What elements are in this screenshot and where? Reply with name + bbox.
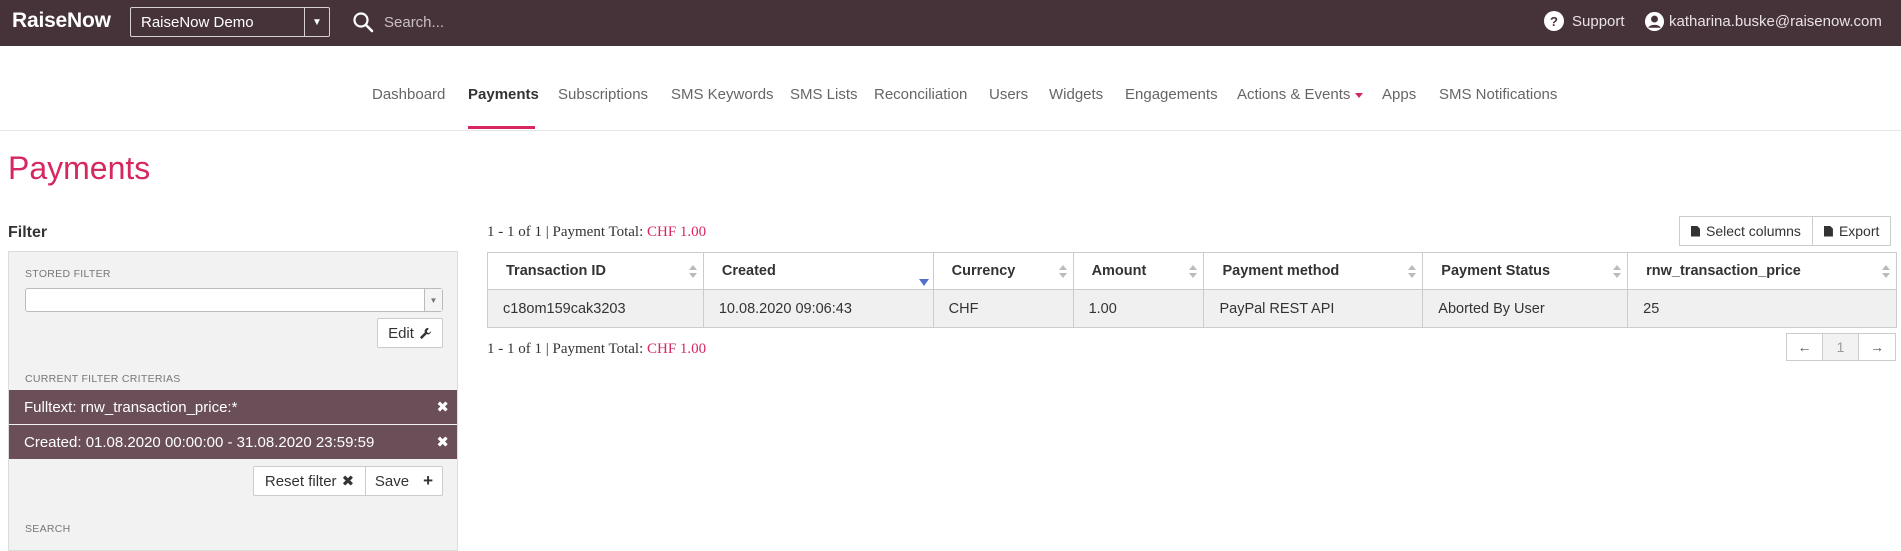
sort-icon (1189, 265, 1198, 279)
results-summary: 1 - 1 of 1 | Payment Total: CHF 1.00 (487, 224, 706, 241)
filter-criteria-text: Fulltext: rnw_transaction_price:* (24, 398, 238, 416)
sort-icon (688, 265, 697, 279)
nav-item-sms-lists[interactable]: SMS Lists (790, 86, 858, 103)
nav-item-payments[interactable]: Payments (468, 86, 539, 103)
table-row[interactable]: c18om159cak3203 10.08.2020 09:06:43 CHF … (487, 289, 1897, 328)
close-icon: ✖ (341, 473, 355, 490)
pagination-next-button[interactable]: → (1859, 333, 1896, 361)
table-header-row: Transaction ID Created Currency Amount P… (487, 252, 1897, 290)
sort-icon (1408, 265, 1417, 279)
filter-panel: STORED FILTER ▼ Edit CURRENT FILTER CRIT… (8, 251, 458, 551)
select-columns-button[interactable]: Select columns (1679, 216, 1813, 246)
filter-criteria-item: Created: 01.08.2020 00:00:00 - 31.08.202… (9, 425, 457, 459)
cell-payment-status: Aborted By User (1422, 289, 1629, 328)
edit-stored-filter-button[interactable]: Edit (377, 318, 443, 348)
sort-icon (1058, 265, 1067, 279)
column-header-currency[interactable]: Currency (932, 252, 1074, 290)
stored-filter-select[interactable]: ▼ (25, 288, 443, 312)
support-link[interactable]: ? Support (1544, 11, 1625, 31)
cell-amount: 1.00 (1072, 289, 1205, 328)
save-filter-button[interactable]: Save + (365, 466, 443, 496)
current-criteria-label: CURRENT FILTER CRITERIAS (25, 373, 181, 385)
top-bar: RaiseNow RaiseNow Demo ▼ ? Support katha… (0, 0, 1901, 46)
pagination: ← 1 → (1786, 333, 1896, 361)
table-actions: Select columns Export (1679, 216, 1892, 246)
cell-created: 10.08.2020 09:06:43 (702, 289, 934, 328)
sort-icon (1613, 265, 1622, 279)
pagination-prev-button[interactable]: ← (1786, 333, 1823, 361)
nav-item-apps[interactable]: Apps (1382, 86, 1416, 103)
filter-heading: Filter (8, 224, 48, 241)
question-circle-icon: ? (1544, 11, 1564, 31)
reset-filter-button[interactable]: Reset filter ✖ (253, 466, 366, 496)
column-header-transaction-id[interactable]: Transaction ID (487, 252, 704, 290)
app-logo[interactable]: RaiseNow (12, 9, 111, 33)
stored-filter-label: STORED FILTER (25, 268, 111, 280)
column-header-rnw-transaction-price[interactable]: rnw_transaction_price (1627, 252, 1897, 290)
nav-item-engagements[interactable]: Engagements (1125, 86, 1218, 103)
column-header-payment-status[interactable]: Payment Status (1422, 252, 1629, 290)
search-icon (353, 12, 374, 33)
caret-down-icon (1355, 92, 1364, 98)
nav-item-sms-notifications[interactable]: SMS Notifications (1439, 86, 1557, 103)
sort-desc-icon (918, 265, 929, 286)
cell-currency: CHF (932, 289, 1074, 328)
filter-criteria-item: Fulltext: rnw_transaction_price:* ✖ (9, 390, 457, 424)
search-section-label: SEARCH (25, 523, 71, 535)
nav-item-actions-events[interactable]: Actions & Events (1237, 86, 1364, 103)
remove-criteria-icon[interactable]: ✖ (436, 433, 449, 451)
nav-item-sms-keywords[interactable]: SMS Keywords (671, 86, 774, 103)
global-search-input[interactable] (384, 10, 684, 34)
page-title: Payments (8, 150, 151, 186)
file-icon (1691, 225, 1700, 237)
save-filter-label: Save (374, 472, 410, 490)
user-circle-icon (1644, 11, 1665, 32)
column-header-payment-method[interactable]: Payment method (1203, 252, 1424, 290)
support-label: Support (1572, 12, 1625, 30)
export-label: Export (1838, 223, 1880, 239)
column-header-created[interactable]: Created (702, 252, 934, 290)
filter-criteria-text: Created: 01.08.2020 00:00:00 - 31.08.202… (24, 433, 375, 451)
organization-select[interactable]: RaiseNow Demo ▼ (130, 7, 330, 37)
wrench-icon (419, 327, 431, 339)
reset-filter-label: Reset filter (264, 472, 337, 490)
nav-item-subscriptions[interactable]: Subscriptions (558, 86, 648, 103)
active-tab-indicator (468, 126, 535, 129)
main-navigation: Dashboard Payments Subscriptions SMS Key… (0, 46, 1901, 131)
chevron-down-icon[interactable]: ▼ (424, 289, 442, 311)
export-button[interactable]: Export (1812, 216, 1892, 246)
sort-icon (1882, 265, 1890, 279)
pagination-current-page[interactable]: 1 (1823, 333, 1859, 361)
results-summary-text: 1 - 1 of 1 | Payment Total: (487, 341, 644, 357)
chevron-down-icon[interactable]: ▼ (304, 8, 329, 36)
nav-item-reconciliation[interactable]: Reconciliation (874, 86, 967, 103)
cell-payment-method: PayPal REST API (1203, 289, 1424, 328)
cell-transaction-id[interactable]: c18om159cak3203 (487, 289, 704, 328)
edit-button-label: Edit (388, 324, 414, 342)
cell-rnw-transaction-price: 25 (1627, 289, 1897, 328)
plus-icon: + (423, 471, 434, 490)
nav-item-widgets[interactable]: Widgets (1049, 86, 1103, 103)
organization-select-value: RaiseNow Demo (141, 13, 254, 31)
payment-total-amount: CHF 1.00 (647, 341, 707, 357)
column-header-amount[interactable]: Amount (1072, 252, 1205, 290)
user-menu[interactable]: katharina.buske@raisenow.com (1644, 11, 1882, 32)
select-columns-label: Select columns (1706, 223, 1801, 239)
nav-item-actions-events-label: Actions & Events (1237, 86, 1351, 103)
nav-item-dashboard[interactable]: Dashboard (372, 86, 445, 103)
payment-total-amount: CHF 1.00 (647, 224, 707, 240)
results-summary-bottom: 1 - 1 of 1 | Payment Total: CHF 1.00 (487, 341, 706, 358)
payments-table: Transaction ID Created Currency Amount P… (487, 252, 1897, 328)
results-summary-text: 1 - 1 of 1 | Payment Total: (487, 224, 644, 240)
user-email: katharina.buske@raisenow.com (1669, 13, 1882, 30)
nav-item-users[interactable]: Users (989, 86, 1028, 103)
remove-criteria-icon[interactable]: ✖ (436, 398, 449, 416)
file-icon (1823, 225, 1833, 237)
